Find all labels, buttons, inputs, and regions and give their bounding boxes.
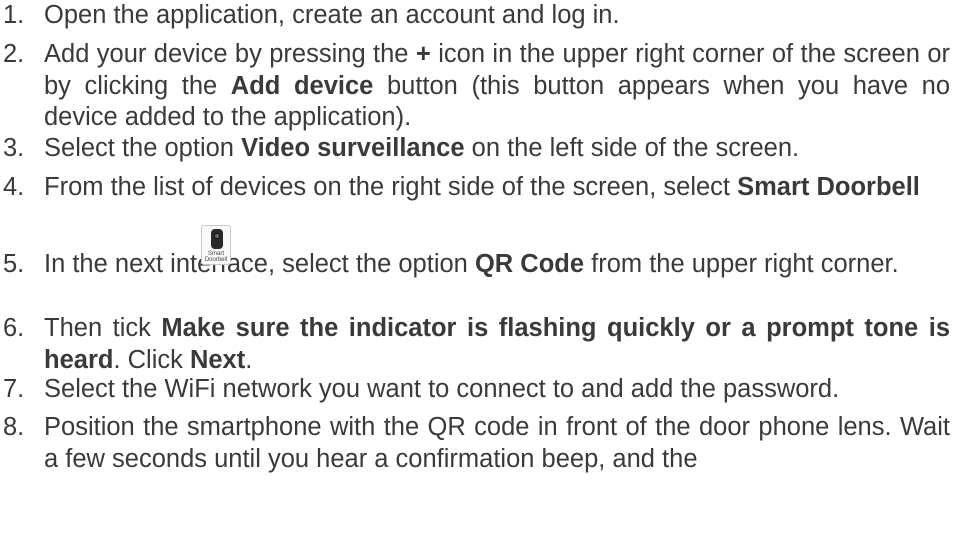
doorbell-lens (214, 233, 220, 239)
step-text: on the left side of the screen. (464, 134, 800, 162)
step-text: Add your device by pressing the (44, 40, 416, 68)
step-number: 7. (3, 375, 25, 403)
step-text: Position the smartphone with the QR code… (44, 413, 950, 473)
step-text: Select the option (44, 134, 242, 162)
step-text: Open the application, create an account … (44, 1, 620, 29)
step-text: Select the WiFi network you want to conn… (44, 375, 840, 403)
step-3: 3. Select the option Video surveillance o… (0, 133, 950, 165)
step-number: 1. (3, 1, 25, 29)
video-surveillance-label: Video surveillance (241, 134, 465, 162)
step-number: 8. (3, 413, 25, 441)
step-6: 6. Then tick Make sure the indicator is f… (0, 313, 950, 376)
step-2: 2. Add your device by pressing the + icon… (0, 39, 950, 134)
step-text: . (245, 345, 253, 374)
doorbell-caption: Doorbell (204, 257, 228, 263)
step-7: 7. Select the WiFi network you want to co… (0, 374, 950, 406)
add-device-label: Add device (230, 71, 374, 100)
step-8: 8. Position the smartphone with the QR co… (0, 412, 950, 475)
step-number: 2. (3, 40, 25, 68)
step-4: 4. From the list of devices on the right … (0, 172, 950, 204)
smart-doorbell-icon: Smart Doorbell (201, 225, 231, 265)
step-1: 1. Open the application, create an accoun… (0, 0, 950, 32)
qr-code-label: QR Code (474, 250, 585, 278)
step-text: from the upper right corner. (584, 250, 899, 278)
step-text: Then tick (44, 314, 162, 342)
step-text: From the list of devices on the right si… (44, 173, 738, 201)
step-text: In the next interface, select the option (44, 250, 475, 278)
step-number: 6. (3, 314, 25, 342)
step-text: . Click (113, 345, 190, 374)
step-5: 5. In the next interface, select the opti… (0, 249, 950, 281)
step-number: 5. (3, 250, 25, 278)
step-number: 3. (3, 134, 25, 162)
step-number: 4. (3, 173, 25, 201)
doorbell-device-graphic (211, 229, 223, 249)
plus-icon-label: + (415, 40, 431, 68)
smart-doorbell-label: Smart Doorbell (737, 173, 920, 201)
next-label: Next (189, 345, 246, 374)
